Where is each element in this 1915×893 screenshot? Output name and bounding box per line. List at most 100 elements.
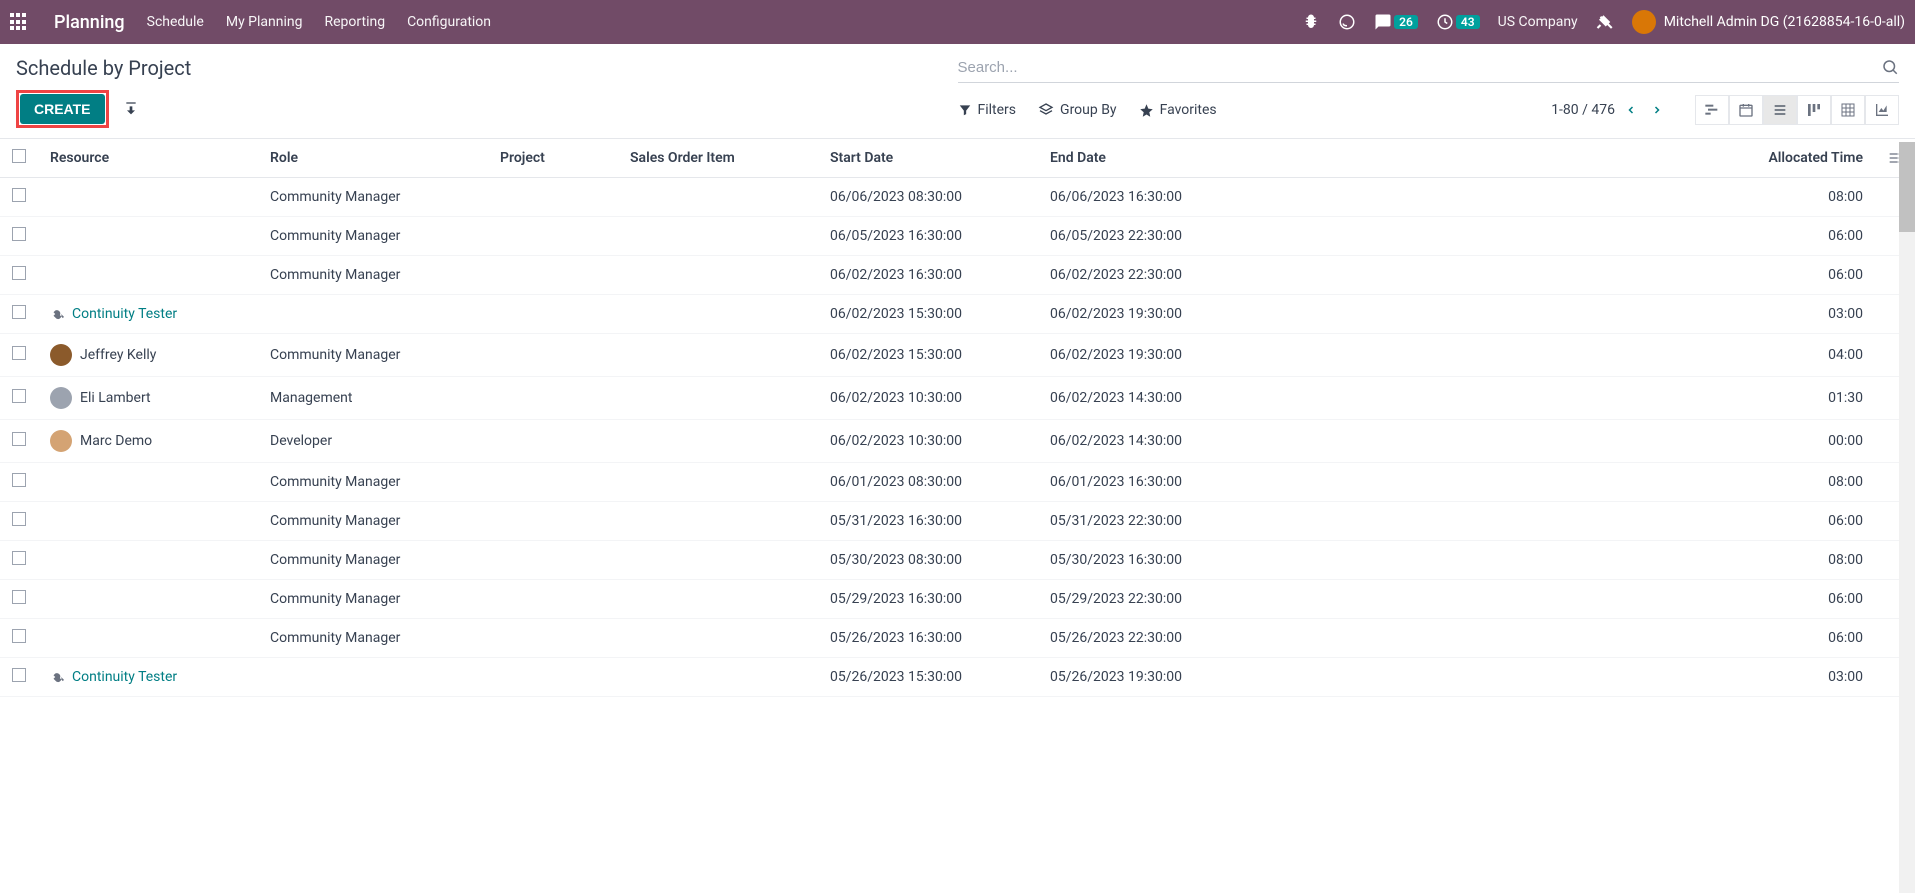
view-graph-icon[interactable] xyxy=(1865,95,1899,125)
cell-soi xyxy=(618,256,818,295)
create-button[interactable]: CREATE xyxy=(20,94,105,124)
row-checkbox[interactable] xyxy=(12,227,26,241)
table-row[interactable]: Community Manager06/01/2023 08:30:0006/0… xyxy=(0,463,1915,502)
page-title: Schedule by Project xyxy=(16,56,191,80)
cell-soi xyxy=(618,420,818,463)
filters-button[interactable]: Filters xyxy=(958,102,1017,118)
cell-role xyxy=(258,295,488,334)
groupby-label: Group By xyxy=(1060,102,1117,118)
cell-alloc: 08:00 xyxy=(1258,178,1875,217)
cell-end: 05/31/2023 22:30:00 xyxy=(1038,502,1258,541)
support-icon[interactable] xyxy=(1338,13,1356,31)
table-row[interactable]: Community Manager05/31/2023 16:30:0005/3… xyxy=(0,502,1915,541)
table-row[interactable]: Community Manager06/02/2023 16:30:0006/0… xyxy=(0,256,1915,295)
row-checkbox[interactable] xyxy=(12,551,26,565)
cell-soi xyxy=(618,178,818,217)
filters-label: Filters xyxy=(978,102,1017,118)
cell-end: 06/02/2023 14:30:00 xyxy=(1038,377,1258,420)
cell-role: Community Manager xyxy=(258,334,488,377)
pager-prev-icon[interactable] xyxy=(1621,103,1641,117)
table-row[interactable]: Eli LambertManagement06/02/2023 10:30:00… xyxy=(0,377,1915,420)
cell-alloc: 04:00 xyxy=(1258,334,1875,377)
pager-range[interactable]: 1-80 / 476 xyxy=(1551,102,1615,118)
bug-icon[interactable] xyxy=(1302,13,1320,31)
activities-badge: 43 xyxy=(1456,15,1480,29)
nav-reporting[interactable]: Reporting xyxy=(325,14,386,30)
favorites-button[interactable]: Favorites xyxy=(1139,102,1217,118)
nav-my-planning[interactable]: My Planning xyxy=(226,14,303,30)
export-icon[interactable] xyxy=(123,101,139,117)
cell-alloc: 03:00 xyxy=(1258,295,1875,334)
row-checkbox[interactable] xyxy=(12,590,26,604)
wrench-icon xyxy=(50,670,64,684)
row-checkbox[interactable] xyxy=(12,512,26,526)
company-switcher[interactable]: US Company xyxy=(1498,14,1578,30)
cell-resource: Continuity Tester xyxy=(38,658,258,697)
cell-soi xyxy=(618,463,818,502)
view-kanban-icon[interactable] xyxy=(1797,95,1831,125)
cell-role: Community Manager xyxy=(258,502,488,541)
cell-role: Community Manager xyxy=(258,463,488,502)
resource-avatar-icon xyxy=(50,430,72,452)
table-row[interactable]: Continuity Tester06/02/2023 15:30:0006/0… xyxy=(0,295,1915,334)
app-title[interactable]: Planning xyxy=(54,12,125,33)
view-list-icon[interactable] xyxy=(1763,95,1797,125)
table-row[interactable]: Jeffrey KellyCommunity Manager06/02/2023… xyxy=(0,334,1915,377)
cell-project xyxy=(488,658,618,697)
resource-name[interactable]: Continuity Tester xyxy=(72,306,177,322)
topbar-right: 26 43 US Company Mitchell Admin DG (2162… xyxy=(1302,10,1905,34)
cell-start: 06/02/2023 15:30:00 xyxy=(818,295,1038,334)
row-checkbox[interactable] xyxy=(12,473,26,487)
table-row[interactable]: Community Manager05/26/2023 16:30:0005/2… xyxy=(0,619,1915,658)
table-row[interactable]: Community Manager06/05/2023 16:30:0006/0… xyxy=(0,217,1915,256)
nav-schedule[interactable]: Schedule xyxy=(147,14,204,30)
table-row[interactable]: Community Manager06/06/2023 08:30:0006/0… xyxy=(0,178,1915,217)
cell-resource xyxy=(38,580,258,619)
scrollbar-track[interactable] xyxy=(1899,142,1915,893)
cell-project xyxy=(488,334,618,377)
apps-icon[interactable] xyxy=(10,13,28,31)
debug-tools-icon[interactable] xyxy=(1596,13,1614,31)
pager-next-icon[interactable] xyxy=(1647,103,1667,117)
user-menu[interactable]: Mitchell Admin DG (21628854-16-0-all) xyxy=(1632,10,1905,34)
messages-icon[interactable]: 26 xyxy=(1374,13,1418,31)
search-icon[interactable] xyxy=(1881,58,1899,76)
select-all-checkbox[interactable] xyxy=(12,149,26,163)
schedule-table: Resource Role Project Sales Order Item S… xyxy=(0,139,1915,697)
row-checkbox[interactable] xyxy=(12,188,26,202)
table-row[interactable]: Community Manager05/30/2023 08:30:0005/3… xyxy=(0,541,1915,580)
col-alloc[interactable]: Allocated Time xyxy=(1258,139,1875,178)
row-checkbox[interactable] xyxy=(12,629,26,643)
cell-project xyxy=(488,295,618,334)
view-pivot-icon[interactable] xyxy=(1831,95,1865,125)
scrollbar-thumb[interactable] xyxy=(1899,142,1915,232)
table-scroll[interactable]: Resource Role Project Sales Order Item S… xyxy=(0,139,1915,892)
row-checkbox[interactable] xyxy=(12,389,26,403)
activities-icon[interactable]: 43 xyxy=(1436,13,1480,31)
resource-name[interactable]: Continuity Tester xyxy=(72,669,177,685)
view-gantt-icon[interactable] xyxy=(1695,95,1729,125)
row-checkbox[interactable] xyxy=(12,668,26,682)
row-checkbox[interactable] xyxy=(12,305,26,319)
search-input[interactable] xyxy=(958,59,1882,76)
col-soi[interactable]: Sales Order Item xyxy=(618,139,818,178)
view-calendar-icon[interactable] xyxy=(1729,95,1763,125)
col-project[interactable]: Project xyxy=(488,139,618,178)
col-end[interactable]: End Date xyxy=(1038,139,1258,178)
cell-alloc: 06:00 xyxy=(1258,619,1875,658)
col-role[interactable]: Role xyxy=(258,139,488,178)
table-row[interactable]: Continuity Tester05/26/2023 15:30:0005/2… xyxy=(0,658,1915,697)
groupby-button[interactable]: Group By xyxy=(1038,102,1117,118)
cell-role: Community Manager xyxy=(258,256,488,295)
cell-alloc: 00:00 xyxy=(1258,420,1875,463)
table-row[interactable]: Marc DemoDeveloper06/02/2023 10:30:0006/… xyxy=(0,420,1915,463)
row-checkbox[interactable] xyxy=(12,266,26,280)
row-checkbox[interactable] xyxy=(12,432,26,446)
col-resource[interactable]: Resource xyxy=(38,139,258,178)
col-start[interactable]: Start Date xyxy=(818,139,1038,178)
cell-resource xyxy=(38,619,258,658)
cell-resource xyxy=(38,178,258,217)
nav-configuration[interactable]: Configuration xyxy=(407,14,491,30)
row-checkbox[interactable] xyxy=(12,346,26,360)
table-row[interactable]: Community Manager05/29/2023 16:30:0005/2… xyxy=(0,580,1915,619)
